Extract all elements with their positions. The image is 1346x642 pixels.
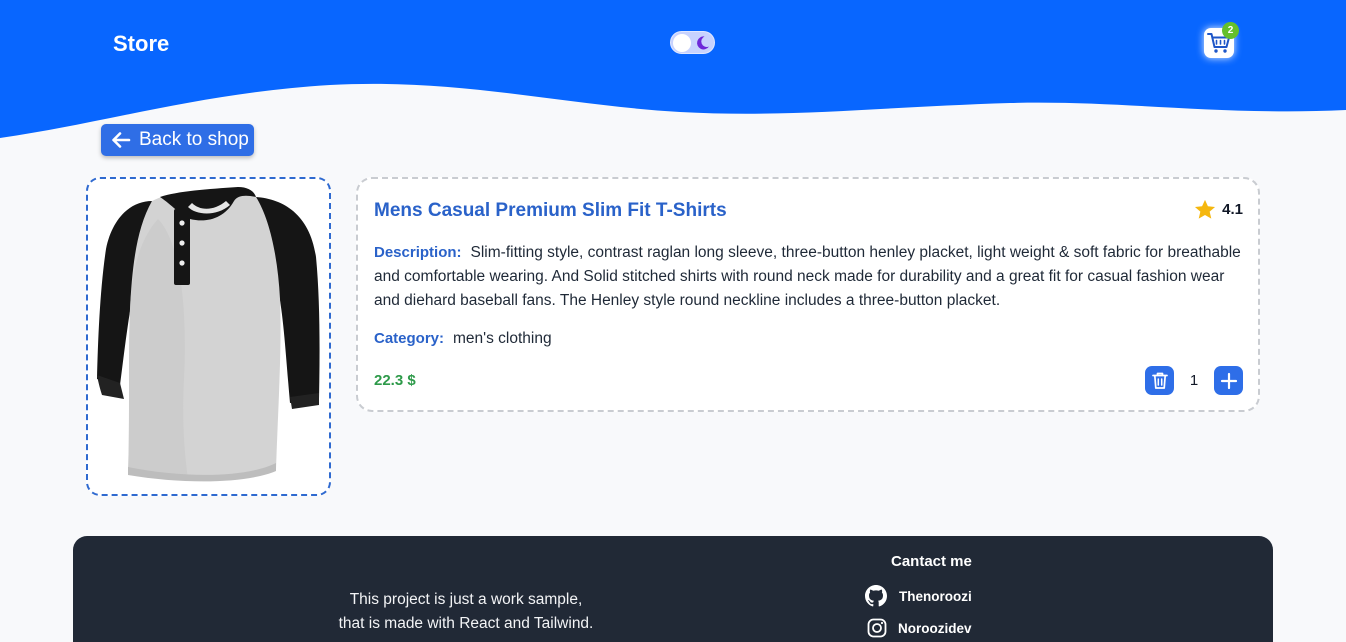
trash-icon	[1151, 372, 1168, 389]
cart-count-badge: 2	[1222, 22, 1239, 39]
product-description: Description: Slim-fitting style, contrast…	[374, 241, 1246, 313]
star-icon	[1195, 199, 1216, 219]
plus-icon	[1220, 372, 1237, 389]
github-link[interactable]: Thenoroozi	[864, 584, 972, 608]
product-category: Category: men's clothing	[374, 330, 552, 348]
moon-icon	[697, 36, 709, 50]
remove-item-button[interactable]	[1145, 366, 1174, 395]
header: Store 2	[0, 0, 1346, 140]
quantity-controls: 1	[1145, 366, 1243, 395]
add-item-button[interactable]	[1214, 366, 1243, 395]
store-brand[interactable]: Store	[113, 31, 169, 57]
toggle-knob	[673, 34, 691, 52]
instagram-icon	[867, 618, 887, 638]
product-title: Mens Casual Premium Slim Fit T-Shirts	[374, 200, 727, 221]
product-image-card	[86, 177, 331, 496]
github-icon	[865, 585, 887, 607]
product-details-card: Mens Casual Premium Slim Fit T-Shirts 4.…	[356, 177, 1260, 412]
github-username: Thenoroozi	[899, 588, 972, 604]
footer-note: This project is just a work sample, that…	[335, 588, 597, 636]
product-price: 22.3 $	[374, 372, 416, 389]
quantity-value: 1	[1189, 372, 1199, 389]
arrow-left-icon	[112, 132, 131, 148]
instagram-link[interactable]: Noroozidev	[867, 618, 972, 638]
back-to-shop-button[interactable]: Back to shop	[101, 124, 254, 156]
contact-title: Cantact me	[891, 553, 972, 570]
back-to-shop-label: Back to shop	[139, 129, 249, 150]
description-label: Description:	[374, 244, 462, 261]
description-text: Slim-fitting style, contrast raglan long…	[374, 244, 1241, 309]
product-rating: 4.1	[1194, 199, 1243, 220]
header-wave	[0, 0, 1346, 138]
product-image	[97, 187, 320, 482]
category-value: men's clothing	[453, 330, 552, 347]
rating-value: 4.1	[1222, 201, 1243, 218]
category-label: Category:	[374, 330, 445, 347]
footer-note-line-2: that is made with React and Tailwind.	[338, 615, 594, 632]
footer: This project is just a work sample, that…	[73, 536, 1273, 642]
instagram-username: Noroozidev	[898, 620, 972, 636]
theme-toggle[interactable]	[670, 31, 715, 54]
footer-note-line-1: This project is just a work sample,	[349, 591, 583, 608]
